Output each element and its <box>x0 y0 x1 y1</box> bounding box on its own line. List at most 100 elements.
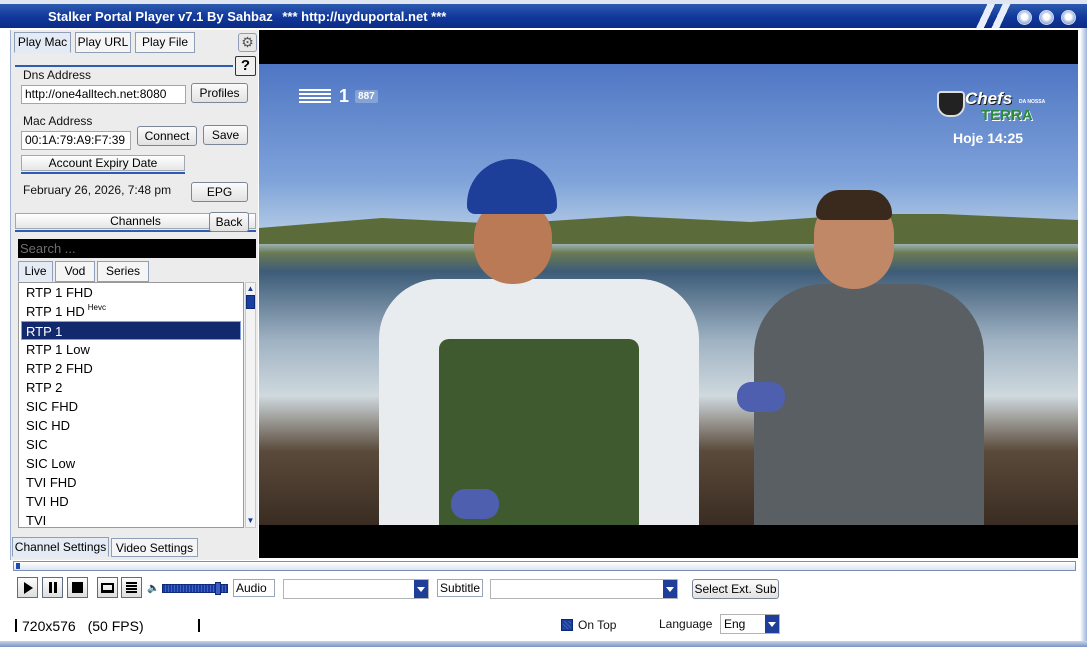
stop-icon <box>72 582 83 593</box>
subtitle-select[interactable] <box>490 579 678 599</box>
list-item[interactable]: SIC FHD <box>19 397 243 416</box>
channel-name: SIC HD <box>26 418 71 433</box>
video-glove <box>451 489 499 519</box>
stop-button[interactable] <box>67 577 88 598</box>
list-item[interactable]: RTP 1 HD Hevc <box>19 302 243 321</box>
scroll-thumb[interactable] <box>246 295 255 309</box>
fullscreen-button[interactable] <box>97 577 118 598</box>
help-button[interactable]: ? <box>235 56 256 76</box>
list-item-selected[interactable]: RTP 1 <box>21 321 241 340</box>
seek-handle[interactable] <box>16 563 20 569</box>
list-item[interactable]: RTP 1 FHD <box>19 283 243 302</box>
status-separator <box>15 619 17 632</box>
broadcast-time: Hoje 14:25 <box>953 130 1024 146</box>
channel-name: RTP 2 FHD <box>26 361 93 376</box>
window-title: Stalker Portal Player v7.1 By Sahbaz ***… <box>48 9 446 24</box>
language-select[interactable]: Eng <box>720 614 780 634</box>
mac-label: Mac Address <box>23 114 93 128</box>
show-logo-chefs: Chefs <box>965 89 1013 108</box>
search-input[interactable]: Search ... <box>18 239 256 258</box>
video-person-right <box>754 190 984 525</box>
show-logo-small: DA NOSSA <box>1019 99 1046 105</box>
tab-series[interactable]: Series <box>97 261 149 282</box>
list-item[interactable]: TVI FHD <box>19 473 243 492</box>
pause-button[interactable] <box>42 577 63 598</box>
gear-icon[interactable]: ⚙ <box>238 33 257 52</box>
minimize-button[interactable] <box>1017 10 1032 25</box>
url-banner: *** http://uyduportal.net *** <box>282 9 447 24</box>
status-bar: 720x576 (50 FPS) On Top Language Eng <box>10 612 1078 640</box>
channel-logo: 1 887 <box>299 86 378 107</box>
seek-bar[interactable] <box>13 561 1076 571</box>
tab-play-url[interactable]: Play URL <box>75 32 131 53</box>
on-top-checkbox[interactable] <box>561 619 573 631</box>
monitor-icon <box>101 582 114 593</box>
tab-live[interactable]: Live <box>18 261 53 282</box>
channel-name: RTP 1 HD <box>26 304 85 319</box>
titlebar-decoration <box>972 4 1012 28</box>
tab-vod[interactable]: Vod <box>55 261 95 282</box>
tab-channel-settings[interactable]: Channel Settings <box>12 537 109 557</box>
expiry-header: Account Expiry Date <box>21 155 185 171</box>
resolution-text: 720x576 <box>22 618 76 634</box>
channel-name: RTP 1 FHD <box>26 285 93 300</box>
channel-name: RTP 1 Low <box>26 342 90 357</box>
play-button[interactable] <box>17 577 38 598</box>
tab-play-mac[interactable]: Play Mac <box>14 32 71 53</box>
dns-address-field[interactable]: http://one4alltech.net:8080 <box>21 85 186 104</box>
channel-name: SIC Low <box>26 456 76 471</box>
panel-divider <box>15 65 233 67</box>
video-glove <box>737 382 785 412</box>
expiry-underline <box>21 172 185 174</box>
speaker-icon: 🔈 <box>147 583 160 594</box>
on-top-label: On Top <box>578 618 617 632</box>
list-item[interactable]: TVI <box>19 511 243 528</box>
audio-track-select[interactable] <box>283 579 429 599</box>
mac-address-field[interactable]: 00:1A:79:A9:F7:39 <box>21 131 131 150</box>
title-bar: Stalker Portal Player v7.1 By Sahbaz ***… <box>0 4 1087 28</box>
channel-list-scrollbar[interactable]: ▲ ▼ <box>245 282 256 528</box>
select-ext-sub-button[interactable]: Select Ext. Sub <box>692 579 779 599</box>
save-button[interactable]: Save <box>203 125 248 145</box>
list-item[interactable]: SIC HD <box>19 416 243 435</box>
list-item[interactable]: RTP 2 FHD <box>19 359 243 378</box>
close-button[interactable] <box>1061 10 1076 25</box>
window-right-border <box>1080 28 1087 641</box>
tab-play-file[interactable]: Play File <box>135 32 195 53</box>
video-info: 720x576 (50 FPS) <box>22 618 144 634</box>
channel-name: TVI HD <box>26 494 69 509</box>
channel-number: 1 <box>339 86 350 106</box>
chevron-down-icon[interactable] <box>663 580 677 598</box>
back-button[interactable]: Back <box>209 212 249 232</box>
list-item[interactable]: SIC Low <box>19 454 243 473</box>
scroll-up-icon[interactable]: ▲ <box>246 284 255 293</box>
list-item[interactable]: RTP 1 Low <box>19 340 243 359</box>
playlist-button[interactable] <box>121 577 142 598</box>
connect-button[interactable]: Connect <box>137 126 197 146</box>
chevron-down-icon[interactable] <box>414 580 428 598</box>
list-item[interactable]: TVI HD <box>19 492 243 511</box>
channel-name: SIC FHD <box>26 399 78 414</box>
volume-slider[interactable] <box>162 582 228 595</box>
channel-name: TVI <box>26 513 47 528</box>
list-item[interactable]: SIC <box>19 435 243 454</box>
codec-badge: Hevc <box>87 303 106 312</box>
tab-video-settings[interactable]: Video Settings <box>111 538 198 557</box>
epg-button[interactable]: EPG <box>191 182 248 202</box>
volume-knob[interactable] <box>215 582 221 595</box>
pause-icon <box>48 582 57 593</box>
channel-list: RTP 1 FHD RTP 1 HD Hevc RTP 1 RTP 1 Low R… <box>18 282 244 528</box>
show-logo-terra: TERRA <box>981 107 1033 124</box>
subtitle-label: Subtitle <box>437 579 483 597</box>
cooking-pot-icon <box>937 91 965 117</box>
play-icon <box>24 581 33 594</box>
maximize-button[interactable] <box>1039 10 1054 25</box>
list-item[interactable]: RTP 2 <box>19 378 243 397</box>
scroll-down-icon[interactable]: ▼ <box>246 516 255 525</box>
video-player[interactable]: 1 887 Chefs DA NOSSA TERRA Hoje 14:25 <box>259 30 1078 558</box>
show-logo: Chefs DA NOSSA TERRA <box>937 85 1047 135</box>
chevron-down-icon[interactable] <box>765 615 779 633</box>
profiles-button[interactable]: Profiles <box>191 83 248 103</box>
channel-name: RTP 1 <box>26 324 63 339</box>
language-value: Eng <box>724 617 746 631</box>
